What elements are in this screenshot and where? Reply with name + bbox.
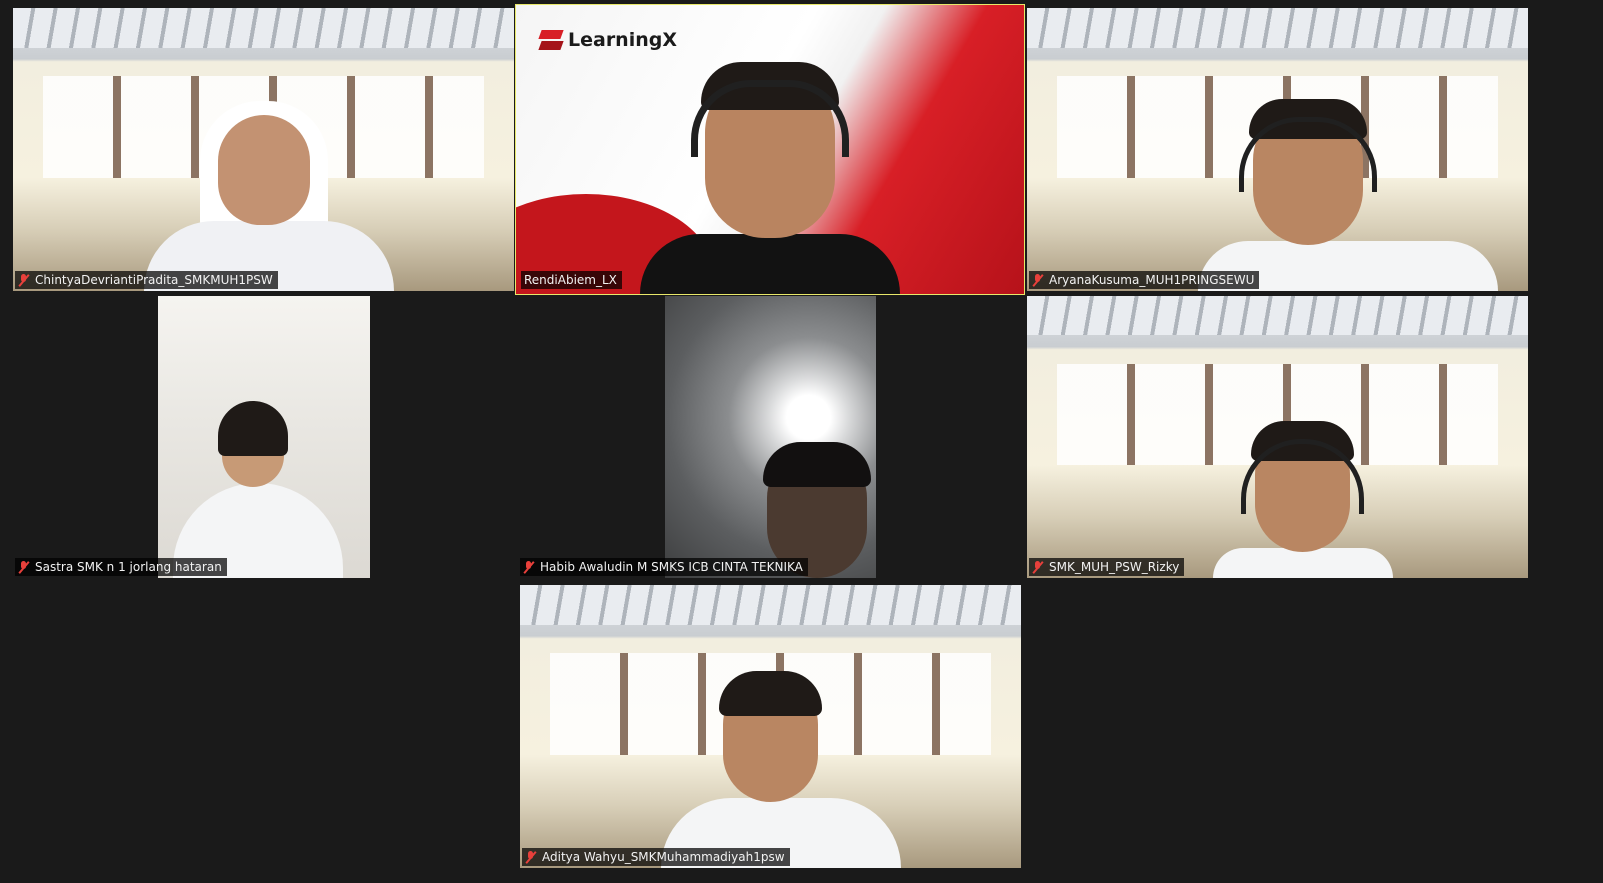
participant-video-6 (1027, 296, 1528, 578)
participant-video-4 (158, 296, 370, 578)
participant-name-tag: SMK_MUH_PSW_Rizky (1029, 558, 1185, 576)
participant-name: Aditya Wahyu_SMKMuhammadiyah1psw (542, 850, 785, 864)
participant-head (1241, 421, 1365, 552)
mic-muted-icon (18, 560, 30, 574)
mic-muted-icon (1032, 560, 1044, 574)
participant-tile-6[interactable]: SMK_MUH_PSW_Rizky (1027, 296, 1528, 578)
mic-muted-icon (525, 850, 537, 864)
participant-name: RendiAbiem_LX (524, 273, 617, 287)
participant-figure-2 (640, 62, 900, 294)
participant-head (691, 62, 849, 238)
participant-figure-7 (660, 671, 901, 868)
participant-name-tag: Sastra SMK n 1 jorlang hataran (15, 558, 227, 576)
participant-tile-1[interactable]: ChintyaDevriantiPradita_SMKMUH1PSW (13, 8, 514, 291)
participant-head (1238, 99, 1377, 245)
participant-name-tag: RendiAbiem_LX (521, 271, 622, 289)
participant-name: AryanaKusuma_MUH1PRINGSEWU (1049, 273, 1255, 287)
participant-figure-3 (1197, 99, 1498, 291)
participant-tile-7[interactable]: Aditya Wahyu_SMKMuhammadiyah1psw (520, 585, 1021, 868)
participant-video-1 (13, 8, 514, 291)
participant-name: ChintyaDevriantiPradita_SMKMUH1PSW (35, 273, 273, 287)
participant-name-tag: AryanaKusuma_MUH1PRINGSEWU (1029, 271, 1260, 289)
mic-muted-icon (18, 273, 30, 287)
mic-muted-icon (1032, 273, 1044, 287)
participant-video-5 (665, 296, 876, 578)
participant-figure-6 (1203, 421, 1403, 578)
learningx-logo: LearningX (540, 29, 677, 51)
participant-body (1212, 548, 1393, 578)
participant-head (199, 101, 328, 251)
participant-figure-1 (143, 101, 394, 291)
participant-video-3 (1027, 8, 1528, 291)
participant-tile-2[interactable]: LearningX RendiAbiem_LX (515, 4, 1025, 295)
participant-figure-4 (173, 401, 344, 578)
participant-head (218, 401, 289, 487)
participant-tile-4[interactable]: Sastra SMK n 1 jorlang hataran (13, 296, 514, 578)
participant-body (640, 234, 900, 294)
participant-name-tag: Habib Awaludin M SMKS ICB CINTA TEKNIKA (520, 558, 808, 576)
participant-name: SMK_MUH_PSW_Rizky (1049, 560, 1180, 574)
participant-video-2: LearningX (516, 5, 1024, 294)
learningx-logo-icon (540, 29, 562, 51)
participant-tile-5[interactable]: Habib Awaludin M SMKS ICB CINTA TEKNIKA (518, 296, 1021, 578)
participant-name: Sastra SMK n 1 jorlang hataran (35, 560, 222, 574)
participant-video-7 (520, 585, 1021, 868)
headset-icon (691, 80, 849, 157)
participant-name-tag: ChintyaDevriantiPradita_SMKMUH1PSW (15, 271, 278, 289)
participant-tile-3[interactable]: AryanaKusuma_MUH1PRINGSEWU (1027, 8, 1528, 291)
participant-name-tag: Aditya Wahyu_SMKMuhammadiyah1psw (522, 848, 790, 866)
participant-name: Habib Awaludin M SMKS ICB CINTA TEKNIKA (540, 560, 803, 574)
mic-muted-icon (523, 560, 535, 574)
participant-head (719, 671, 822, 802)
learningx-logo-text: LearningX (568, 29, 677, 51)
